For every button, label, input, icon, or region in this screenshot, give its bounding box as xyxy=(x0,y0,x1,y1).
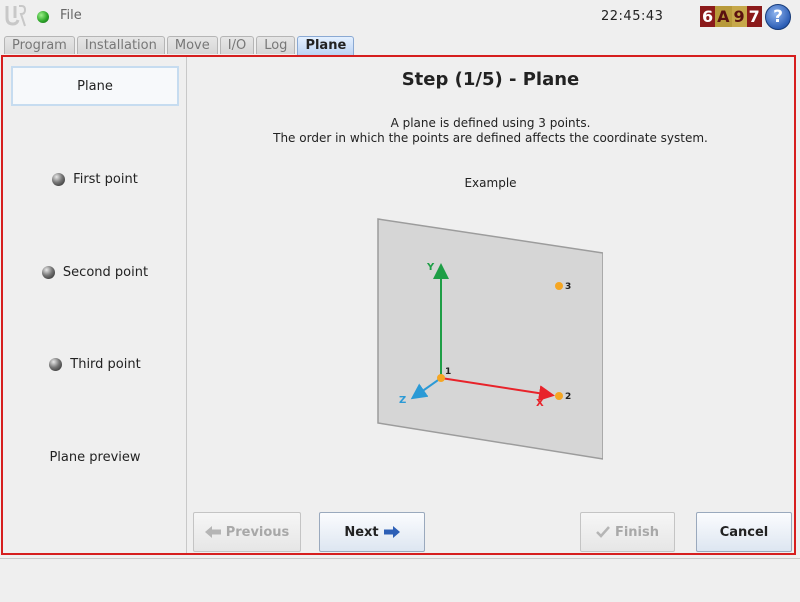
next-button[interactable]: Next xyxy=(319,512,425,552)
finish-label: Finish xyxy=(614,524,660,540)
previous-label: Previous xyxy=(225,524,290,540)
point-1 xyxy=(437,374,445,382)
cancel-button[interactable]: Cancel xyxy=(696,512,792,552)
main-tabs: Program Installation Move I/O Log Plane xyxy=(4,36,356,55)
page-title: Step (1/5) - Plane xyxy=(401,69,580,90)
top-bar: File 22:45:43 6 A 9 7 ? xyxy=(0,0,800,34)
point-2-label: 2 xyxy=(565,392,571,402)
ball-icon xyxy=(52,172,66,186)
help-button[interactable]: ? xyxy=(765,4,791,30)
tab-program[interactable]: Program xyxy=(4,36,75,54)
step-label: Plane preview xyxy=(49,449,141,465)
next-label: Next xyxy=(344,524,379,540)
step-second-point[interactable]: Second point xyxy=(11,252,179,292)
step-label: First point xyxy=(73,171,138,187)
step-third-point[interactable]: Third point xyxy=(11,344,179,384)
description-line: A plane is defined using 3 points. xyxy=(390,116,591,130)
plane-example-diagram: Y X Z 1 2 3 xyxy=(377,218,603,460)
example-label: Example xyxy=(464,176,517,190)
step-plane[interactable]: Plane xyxy=(11,66,179,106)
previous-button[interactable]: Previous xyxy=(193,512,301,552)
plane-wizard-frame: Plane First point Second point Third poi… xyxy=(1,55,796,555)
clock: 22:45:43 xyxy=(601,9,664,24)
point-3 xyxy=(555,282,563,290)
tab-installation[interactable]: Installation xyxy=(76,36,165,54)
point-3-label: 3 xyxy=(565,282,571,292)
y-axis-label: Y xyxy=(426,262,435,273)
point-1-label: 1 xyxy=(445,367,451,377)
serial-char: A xyxy=(715,6,732,27)
arrow-right-icon xyxy=(383,526,400,538)
main-content: Step (1/5) - Plane A plane is defined us… xyxy=(187,57,794,553)
z-axis-label: Z xyxy=(399,395,406,406)
serial-char: 9 xyxy=(731,6,747,27)
step-label: Second point xyxy=(62,264,149,280)
cancel-label: Cancel xyxy=(719,524,769,540)
tab-move[interactable]: Move xyxy=(166,36,218,54)
step-label: Third point xyxy=(70,356,141,372)
step-plane-preview[interactable]: Plane preview xyxy=(11,437,179,477)
serial-char: 6 xyxy=(700,6,716,27)
step-list: Plane First point Second point Third poi… xyxy=(3,57,187,553)
ball-icon xyxy=(49,357,63,371)
serial-number-badge: 6 A 9 7 xyxy=(700,6,762,27)
finish-button[interactable]: Finish xyxy=(580,512,675,552)
x-axis-label: X xyxy=(536,398,544,409)
description-line: The order in which the points are define… xyxy=(273,131,708,145)
ur-logo-icon xyxy=(5,5,26,27)
arrow-left-icon xyxy=(204,526,221,538)
file-menu[interactable]: File xyxy=(60,8,82,23)
tab-io[interactable]: I/O xyxy=(219,36,255,54)
step-first-point[interactable]: First point xyxy=(11,159,179,199)
robot-status-icon[interactable] xyxy=(37,11,49,23)
bottom-bar xyxy=(0,558,800,602)
tab-plane[interactable]: Plane xyxy=(297,36,355,55)
point-2 xyxy=(555,392,563,400)
step-label: Plane xyxy=(77,78,113,94)
ball-icon xyxy=(41,265,55,279)
tab-log[interactable]: Log xyxy=(256,36,296,54)
serial-char: 7 xyxy=(746,6,762,27)
check-icon xyxy=(596,526,610,538)
description: A plane is defined using 3 points. The o… xyxy=(187,116,794,146)
plane-shape xyxy=(377,218,603,460)
